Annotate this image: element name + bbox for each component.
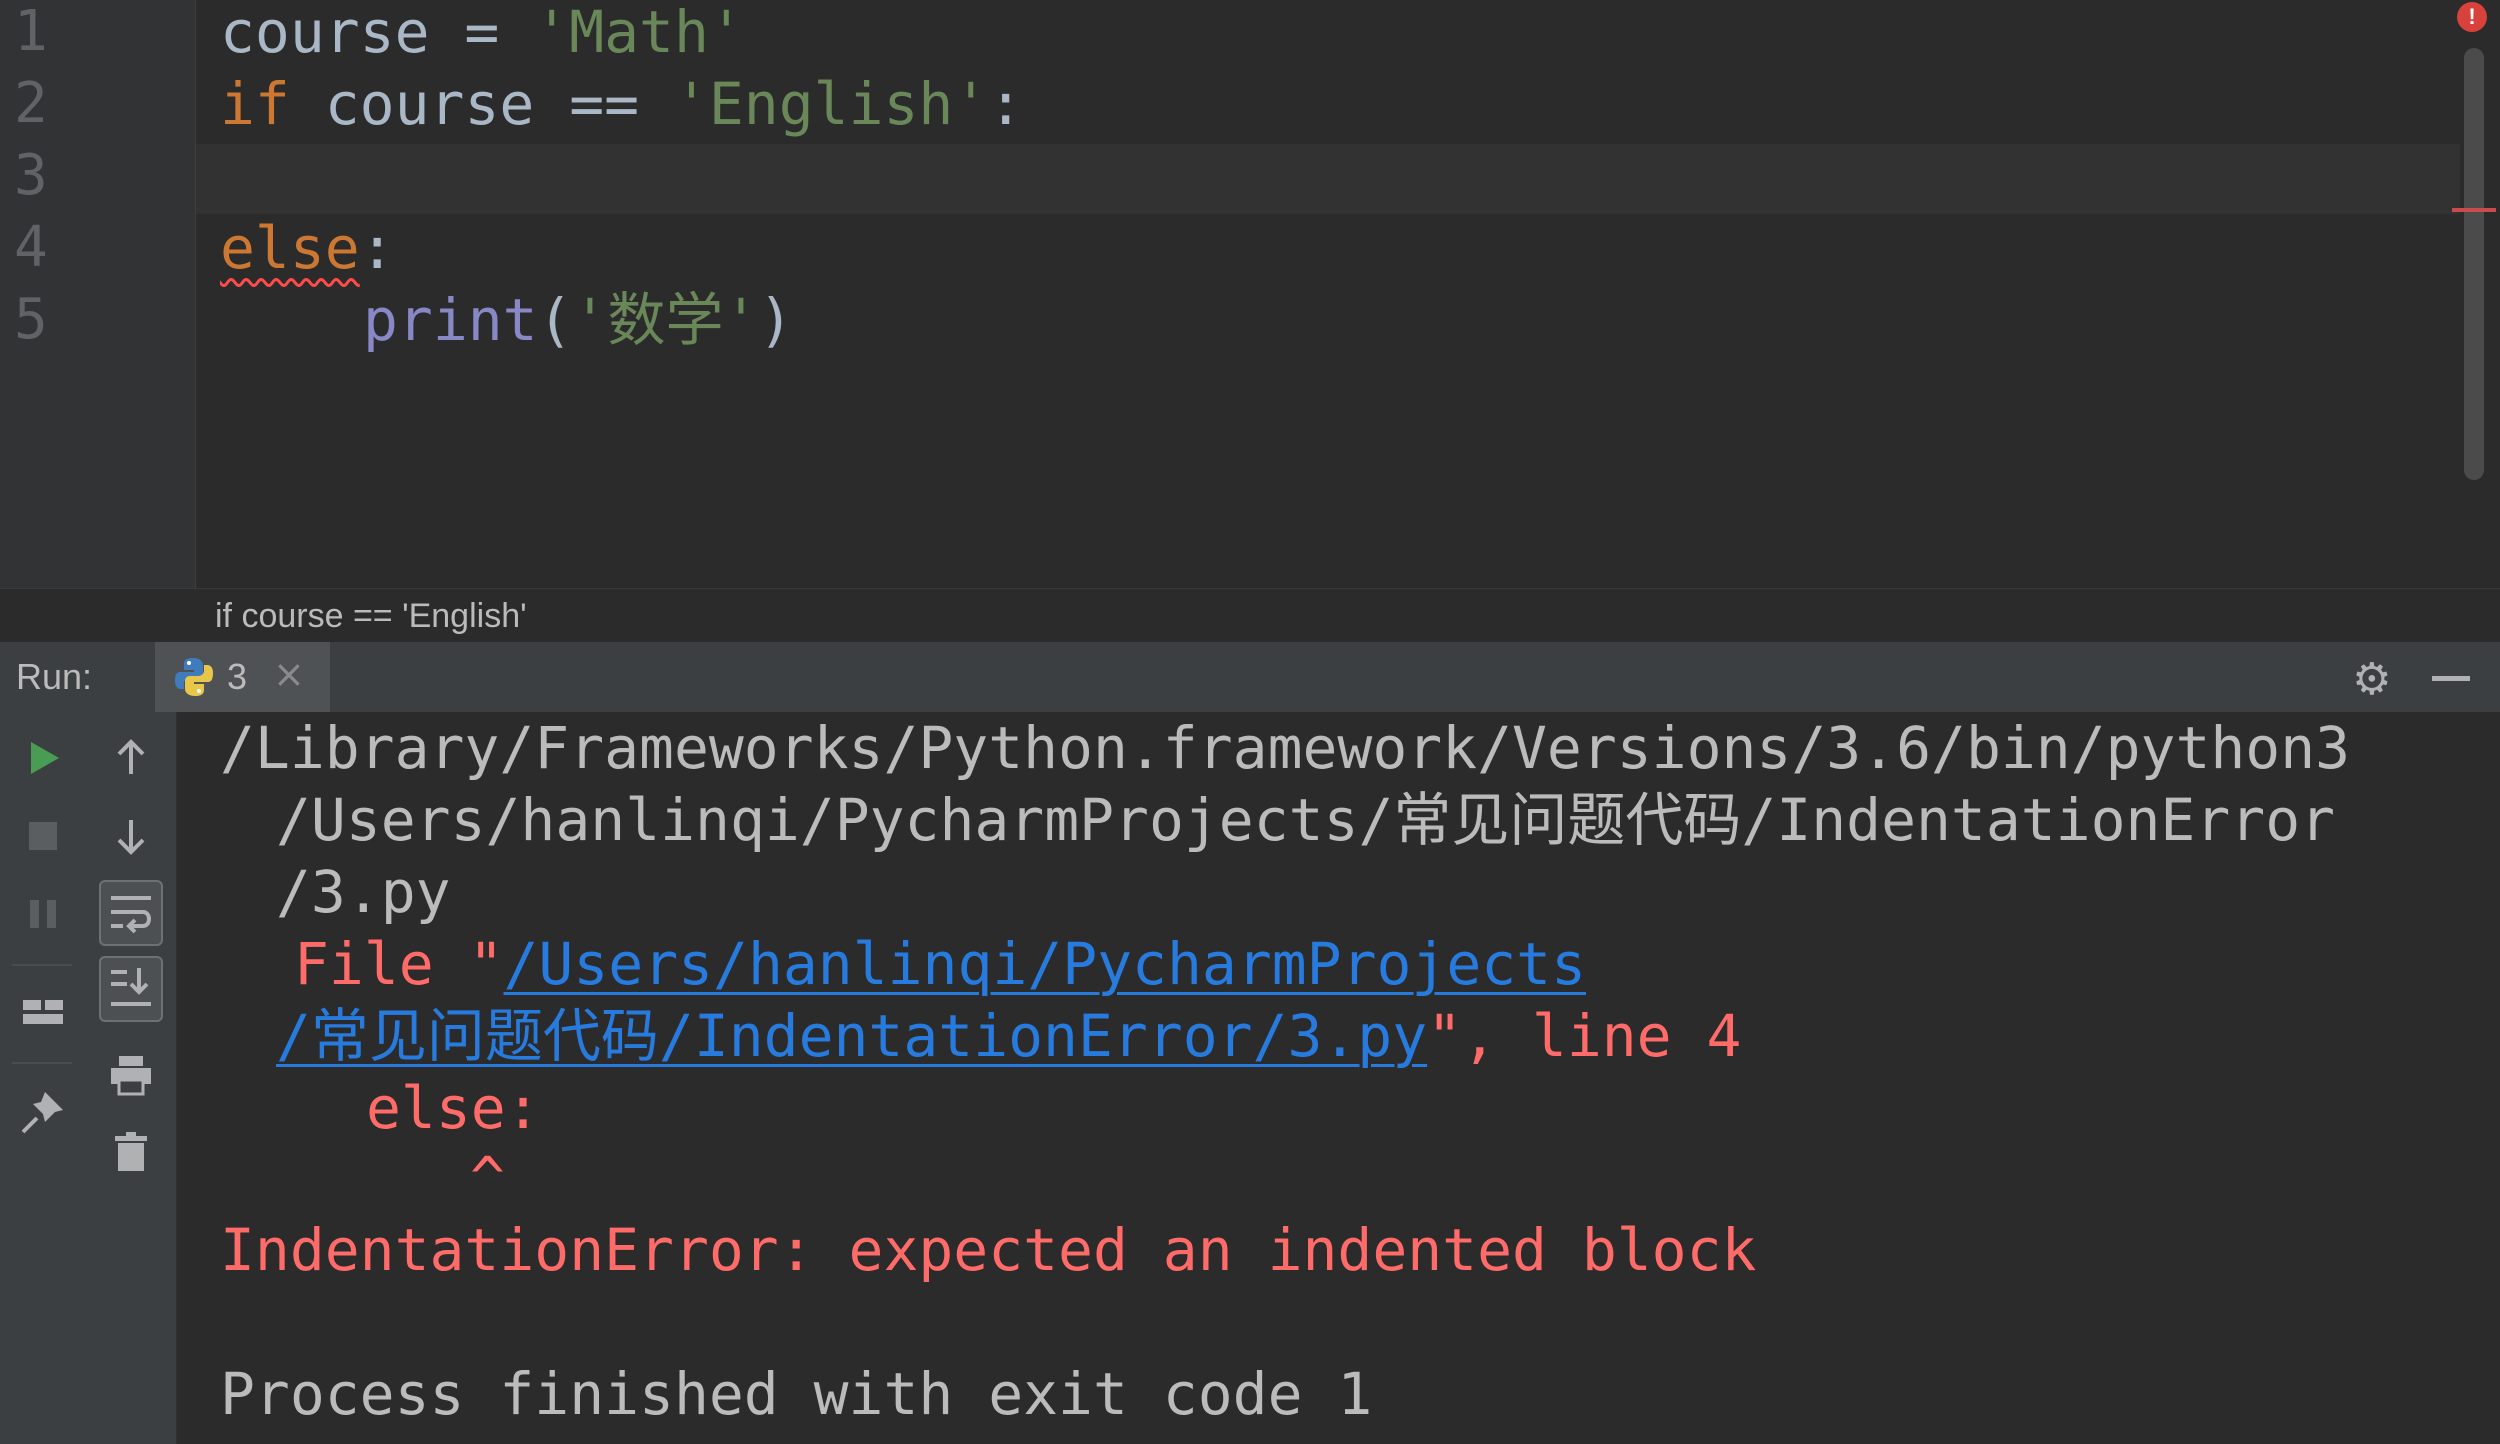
close-icon[interactable]: × (273, 652, 305, 696)
line-number: 2 (14, 71, 48, 136)
breadcrumb-item[interactable]: if course == 'English' (215, 597, 527, 636)
breadcrumb: if course == 'English' (0, 588, 2500, 643)
string-literal: 'English' (673, 70, 989, 138)
layout-icon (23, 1000, 63, 1024)
run-tool-window-header: Run: 3 × ⚙ (0, 642, 2500, 713)
code-editor[interactable]: 1 2 3 4 5 course = 'Math' if course == '… (0, 0, 2500, 588)
toolbar-divider (12, 964, 72, 966)
clear-all-button[interactable] (103, 1124, 159, 1180)
punctuation: : (988, 70, 1024, 138)
run-tab-label: 3 (227, 656, 248, 697)
print-icon (111, 1056, 151, 1096)
stop-icon (29, 822, 57, 850)
trash-icon (115, 1132, 147, 1171)
code-line-4[interactable]: else: (220, 212, 395, 284)
string-literal: '数学' (572, 286, 759, 354)
minimize-icon[interactable] (2432, 676, 2470, 681)
punctuation: ( (537, 286, 573, 354)
scroll-to-end-icon (111, 968, 151, 1006)
punctuation: : (359, 214, 395, 282)
traceback-file-prefix: File " (294, 930, 504, 998)
run-label: Run: (16, 656, 93, 697)
line-number-gutter: 1 2 3 4 5 (0, 0, 196, 588)
pause-icon (30, 900, 56, 928)
traceback-file-line: /常见问题代码/IndentationError/3.py", line 4 (276, 1000, 1741, 1072)
traceback-file-line: File "/Users/hanlinqi/PycharmProjects (294, 928, 1586, 1000)
keyword: if (220, 70, 290, 138)
current-line-highlight (196, 144, 2460, 214)
pause-button[interactable] (15, 886, 71, 942)
restore-layout-button[interactable] (15, 984, 71, 1040)
punctuation: ) (758, 286, 794, 354)
operator: == (569, 70, 674, 138)
scroll-to-end-toggle[interactable] (99, 956, 163, 1022)
arrow-down-icon (117, 820, 145, 855)
run-toolbar-secondary (86, 712, 177, 1444)
builtin-function: print (363, 286, 538, 354)
arrow-up-icon (117, 739, 145, 774)
error-message: IndentationError: expected an indented b… (220, 1216, 1757, 1284)
toolbar-divider (12, 1062, 72, 1064)
console-command-line: /Library/Frameworks/Python.framework/Ver… (220, 714, 2351, 782)
identifier: course (289, 70, 570, 138)
editor-scrollbar-thumb[interactable] (2464, 48, 2484, 480)
string-literal: 'Math' (534, 0, 744, 66)
console-command-line: /3.py (276, 858, 451, 926)
line-number: 5 (14, 287, 48, 352)
play-icon (31, 742, 59, 774)
code-line-5[interactable]: print('数学') (363, 284, 793, 356)
operator: = (429, 0, 535, 66)
console-command-line: /Users/hanlinqi/PycharmProjects/常见问题代码/I… (276, 786, 2336, 854)
gear-icon[interactable]: ⚙ (2352, 654, 2391, 705)
traceback-code-line: else: (366, 1074, 541, 1142)
traceback-line-number: ", line 4 (1427, 1002, 1742, 1070)
python-icon (175, 658, 213, 696)
pin-tab-button[interactable] (15, 1084, 71, 1140)
next-occurrence-button[interactable] (103, 808, 159, 864)
pin-icon (21, 1092, 63, 1134)
run-console-output[interactable]: /Library/Frameworks/Python.framework/Ver… (177, 712, 2500, 1444)
soft-wrap-toggle[interactable] (99, 880, 163, 946)
identifier: course (220, 0, 430, 66)
code-line-2[interactable]: if course == 'English': (220, 68, 1023, 140)
run-toolbar-primary (0, 712, 86, 1444)
line-number: 3 (14, 143, 48, 208)
process-exit-message: Process finished with exit code 1 (220, 1360, 1373, 1428)
soft-wrap-icon (111, 896, 151, 934)
traceback-file-link[interactable]: /常见问题代码/IndentationError/3.py (276, 1002, 1427, 1070)
previous-occurrence-button[interactable] (103, 730, 159, 786)
traceback-file-link[interactable]: /Users/hanlinqi/PycharmProjects (504, 930, 1587, 998)
traceback-caret: ^ (470, 1144, 505, 1212)
line-number: 4 (14, 215, 48, 280)
rerun-button[interactable] (15, 730, 71, 786)
line-number: 1 (14, 0, 48, 64)
code-line-1[interactable]: course = 'Math' (220, 0, 744, 68)
run-tab[interactable]: 3 × (155, 642, 330, 712)
error-stripe-marker[interactable] (2452, 208, 2496, 212)
stop-button[interactable] (15, 808, 71, 864)
error-indicator-icon[interactable]: ! (2457, 2, 2487, 32)
print-button[interactable] (103, 1046, 159, 1102)
keyword-with-error: else (220, 214, 360, 282)
